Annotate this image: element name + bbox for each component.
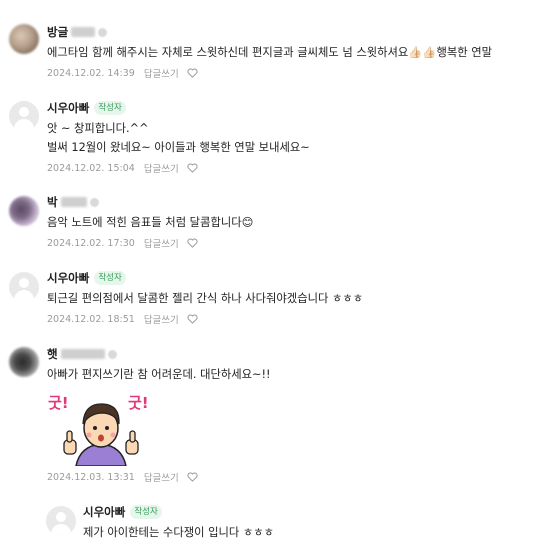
comment-date: 2024.12.02. 14:39 (47, 67, 135, 79)
comment-text-line: 벌써 12월이 왔네요~ 아이들과 행복한 연말 보내세요~ (47, 141, 310, 154)
heart-icon[interactable] (187, 163, 198, 173)
heart-icon[interactable] (187, 68, 198, 78)
writer-badge: 작성자 (130, 505, 162, 519)
writer-badge: 작성자 (94, 101, 126, 115)
reply-button[interactable]: 답글쓰기 (144, 66, 179, 80)
default-profile-icon[interactable] (46, 506, 76, 536)
heart-icon[interactable] (187, 472, 198, 482)
comment-date: 2024.12.03. 13:31 (47, 471, 135, 483)
badge-icon (107, 349, 117, 359)
commenter-name[interactable]: 시우아빠 (47, 100, 89, 116)
reply-button[interactable]: 답글쓰기 (144, 161, 179, 175)
comment-list: 방글 에그타임 함께 해주시는 자체로 스윗하신데 편지글과 글씨체도 넘 스윗… (0, 0, 560, 560)
comment-date: 2024.12.02. 15:04 (47, 162, 135, 174)
comment-text: 퇴근길 편의점에서 달콤한 젤리 간식 하나 사다줘야겠습니다 ㅎㅎㅎ (47, 292, 364, 305)
avatar[interactable] (9, 24, 39, 54)
badge-icon (89, 197, 99, 207)
avatar[interactable] (9, 196, 39, 226)
comment-text: 음악 노트에 적힌 음표들 처럼 달콤합니다😊 (47, 216, 254, 229)
writer-badge: 작성자 (94, 271, 126, 285)
avatar[interactable] (9, 347, 39, 377)
reply-button[interactable]: 답글쓰기 (144, 470, 179, 484)
comment-text-line: 앗 ~ 창피합니다.^^ (47, 122, 149, 135)
reply-button[interactable]: 답글쓰기 (144, 236, 179, 250)
commenter-name[interactable]: 박 (47, 194, 58, 210)
comment-text: 에그타임 함께 해주시는 자체로 스윗하신데 편지글과 글씨체도 넘 스윗하셔요… (47, 46, 493, 59)
thumbs-up-sticker: 굿! 굿! (46, 388, 156, 467)
masked-name (71, 27, 96, 37)
commenter-name[interactable]: 시우아빠 (83, 504, 125, 520)
default-profile-icon[interactable] (9, 272, 39, 302)
badge-icon (98, 27, 108, 37)
heart-icon[interactable] (187, 314, 198, 324)
sticker-text-right: 굿! (128, 394, 149, 412)
comment-date: 2024.12.02. 18:51 (47, 313, 135, 325)
commenter-name[interactable]: 햇 (47, 346, 58, 362)
masked-name (60, 349, 105, 359)
default-profile-icon[interactable] (9, 101, 39, 131)
commenter-name[interactable]: 방글 (47, 24, 68, 40)
sticker-text-left: 굿! (48, 394, 69, 412)
comment-text: 아빠가 편지쓰기란 참 어려운데. 대단하세요~!! (47, 368, 271, 381)
comment-text: 제가 아이한테는 수다쟁이 입니다 ㅎㅎㅎ (83, 526, 275, 539)
masked-name (60, 197, 87, 207)
heart-icon[interactable] (187, 238, 198, 248)
comment-date: 2024.12.02. 17:30 (47, 237, 135, 249)
reply-button[interactable]: 답글쓰기 (144, 312, 179, 326)
commenter-name[interactable]: 시우아빠 (47, 270, 89, 286)
